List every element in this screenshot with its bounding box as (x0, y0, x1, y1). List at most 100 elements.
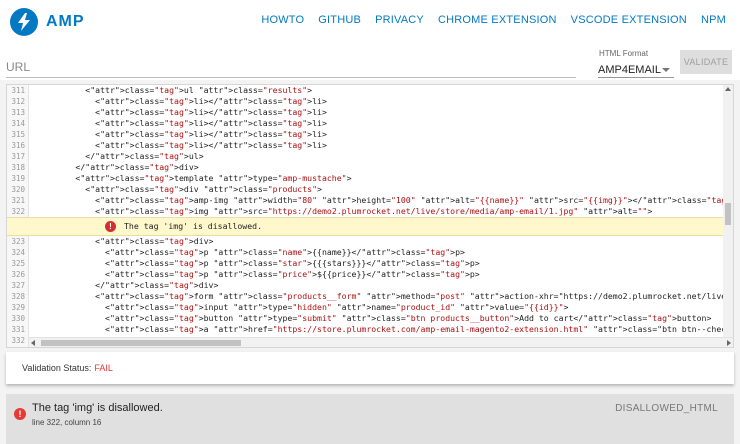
app-header: AMP HOWTO GITHUB PRIVACY CHROME EXTENSIO… (0, 0, 740, 44)
url-input[interactable] (6, 56, 576, 78)
code-text: </"attr">class="tag">ul> (36, 151, 204, 161)
code-text: <"attr">class="tag">a "attr">href="https… (36, 324, 733, 334)
line-number: 316 (11, 141, 25, 150)
nav-chrome-extension[interactable]: CHROME EXTENSION (438, 14, 557, 26)
vertical-scrollbar[interactable] (723, 85, 733, 339)
line-number: 317 (11, 152, 25, 161)
code-line: 314 <"attr">class="tag">li></"attr">clas… (7, 118, 733, 129)
status-label: Validation Status: (22, 363, 92, 373)
code-text: <"attr">class="tag">p "attr">class="name… (36, 247, 465, 257)
code-line: 321 <"attr">class="tag">amp-img "attr">w… (7, 195, 733, 206)
nav-howto[interactable]: HOWTO (261, 14, 304, 26)
code-text: <"attr">class="tag">form "attr">class="p… (36, 291, 733, 301)
line-number: 319 (11, 174, 25, 183)
code-text: <"attr">class="tag">li></"attr">class="t… (36, 118, 327, 128)
url-toolbar: HTML Format AMP4EMAIL VALIDATE (0, 44, 740, 80)
line-number: 327 (11, 281, 25, 290)
line-number: 323 (11, 237, 25, 246)
code-line: 328 <"attr">class="tag">form "attr">clas… (7, 291, 733, 302)
code-line: 324 <"attr">class="tag">p "attr">class="… (7, 247, 733, 258)
horizontal-scrollbar[interactable] (29, 337, 733, 347)
error-title: The tag 'img' is disallowed. (32, 402, 163, 414)
status-value: FAIL (94, 363, 113, 373)
code-line: 318 </"attr">class="tag">div> (7, 162, 733, 173)
code-text: <"attr">class="tag">amp-img "attr">width… (36, 195, 733, 205)
code-line: 327 </"attr">class="tag">div> (7, 280, 733, 291)
line-number: 318 (11, 163, 25, 172)
line-number: 321 (11, 196, 25, 205)
nav-github[interactable]: GITHUB (318, 14, 361, 26)
code-text: <"attr">class="tag">div "attr">class="pr… (36, 184, 322, 194)
nav-vscode-extension[interactable]: VSCODE EXTENSION (571, 14, 687, 26)
error-code: DISALLOWED_HTML (615, 403, 718, 414)
code-line: 329 <"attr">class="tag">input "attr">typ… (7, 302, 733, 313)
code-text: <"attr">class="tag">template "attr">type… (36, 173, 352, 183)
code-line: 325 <"attr">class="tag">p "attr">class="… (7, 258, 733, 269)
code-editor[interactable]: 311 <"attr">class="tag">ul "attr">class=… (6, 84, 734, 348)
vertical-scroll-thumb[interactable] (725, 203, 731, 225)
code-line: 315 <"attr">class="tag">li></"attr">clas… (7, 129, 733, 140)
validate-button[interactable]: VALIDATE (680, 50, 732, 74)
code-text: </"attr">class="tag">div> (36, 162, 199, 172)
error-location: line 322, column 16 (32, 418, 102, 427)
logo-text: AMP (46, 13, 85, 30)
code-line: 312 <"attr">class="tag">li></"attr">clas… (7, 96, 733, 107)
code-text: <"attr">class="tag">img "attr">src="http… (36, 206, 653, 216)
code-text: </"attr">class="tag">div> (36, 280, 219, 290)
nav-privacy[interactable]: PRIVACY (375, 14, 424, 26)
line-number: 313 (11, 108, 25, 117)
nav-npm[interactable]: NPM (701, 14, 726, 26)
line-number: 312 (11, 97, 25, 106)
code-line: 311 <"attr">class="tag">ul "attr">class=… (7, 85, 733, 96)
code-line: 323 <"attr">class="tag">div> (7, 236, 733, 247)
code-line: 316 <"attr">class="tag">li></"attr">clas… (7, 140, 733, 151)
inline-error-text: The tag 'img' is disallowed. (124, 221, 263, 231)
line-number: 311 (11, 86, 25, 95)
code-line: 313 <"attr">class="tag">li></"attr">clas… (7, 107, 733, 118)
scroll-up-icon[interactable] (725, 87, 731, 91)
inline-error-widget: ! The tag 'img' is disallowed. (7, 217, 733, 236)
code-text: <"attr">class="tag">div> (36, 236, 214, 246)
code-line: 330 <"attr">class="tag">button "attr">ty… (7, 313, 733, 324)
line-number: 320 (11, 185, 25, 194)
code-text: <"attr">class="tag">p "attr">class="pric… (36, 269, 480, 279)
code-text: <"attr">class="tag">p "attr">class="star… (36, 258, 480, 268)
code-text: <"attr">class="tag">li></"attr">class="t… (36, 140, 327, 150)
line-number: 324 (11, 248, 25, 257)
code-line: 331 <"attr">class="tag">a "attr">href="h… (7, 324, 733, 335)
code-text: <"attr">class="tag">li></"attr">class="t… (36, 96, 327, 106)
chevron-down-icon (662, 67, 670, 72)
scroll-right-icon[interactable] (727, 340, 731, 346)
code-line: 317 </"attr">class="tag">ul> (7, 151, 733, 162)
validation-status: Validation Status: FAIL (6, 352, 734, 384)
format-label: HTML Format (599, 49, 649, 58)
line-number: 331 (11, 325, 25, 334)
amp-logo[interactable]: AMP (10, 8, 85, 36)
line-number: 330 (11, 314, 25, 323)
line-number: 322 (11, 207, 25, 216)
line-number: 314 (11, 119, 25, 128)
top-nav: HOWTO GITHUB PRIVACY CHROME EXTENSION VS… (261, 14, 726, 26)
code-text: <"attr">class="tag">button "attr">type="… (36, 313, 712, 323)
format-value: AMP4EMAIL (598, 63, 661, 76)
code-text: <"attr">class="tag">ul "attr">class="res… (36, 85, 313, 95)
line-number: 332 (11, 336, 25, 345)
code-line: 326 <"attr">class="tag">p "attr">class="… (7, 269, 733, 280)
lightning-icon (10, 8, 38, 36)
error-item[interactable]: ! The tag 'img' is disallowed. line 322,… (6, 394, 734, 444)
code-line: 322 <"attr">class="tag">img "attr">src="… (7, 206, 733, 217)
code-text: <"attr">class="tag">li></"attr">class="t… (36, 107, 327, 117)
code-text: <"attr">class="tag">input "attr">type="h… (36, 302, 569, 312)
error-icon: ! (14, 408, 26, 420)
line-number: 325 (11, 259, 25, 268)
code-line: 320 <"attr">class="tag">div "attr">class… (7, 184, 733, 195)
line-number: 315 (11, 130, 25, 139)
line-number: 326 (11, 270, 25, 279)
format-select[interactable]: AMP4EMAIL (598, 62, 674, 78)
horizontal-scroll-thumb[interactable] (41, 340, 241, 346)
line-number: 328 (11, 292, 25, 301)
code-line: 319 <"attr">class="tag">template "attr">… (7, 173, 733, 184)
scroll-left-icon[interactable] (31, 340, 35, 346)
line-number: 329 (11, 303, 25, 312)
code-lines: 311 <"attr">class="tag">ul "attr">class=… (7, 85, 733, 346)
